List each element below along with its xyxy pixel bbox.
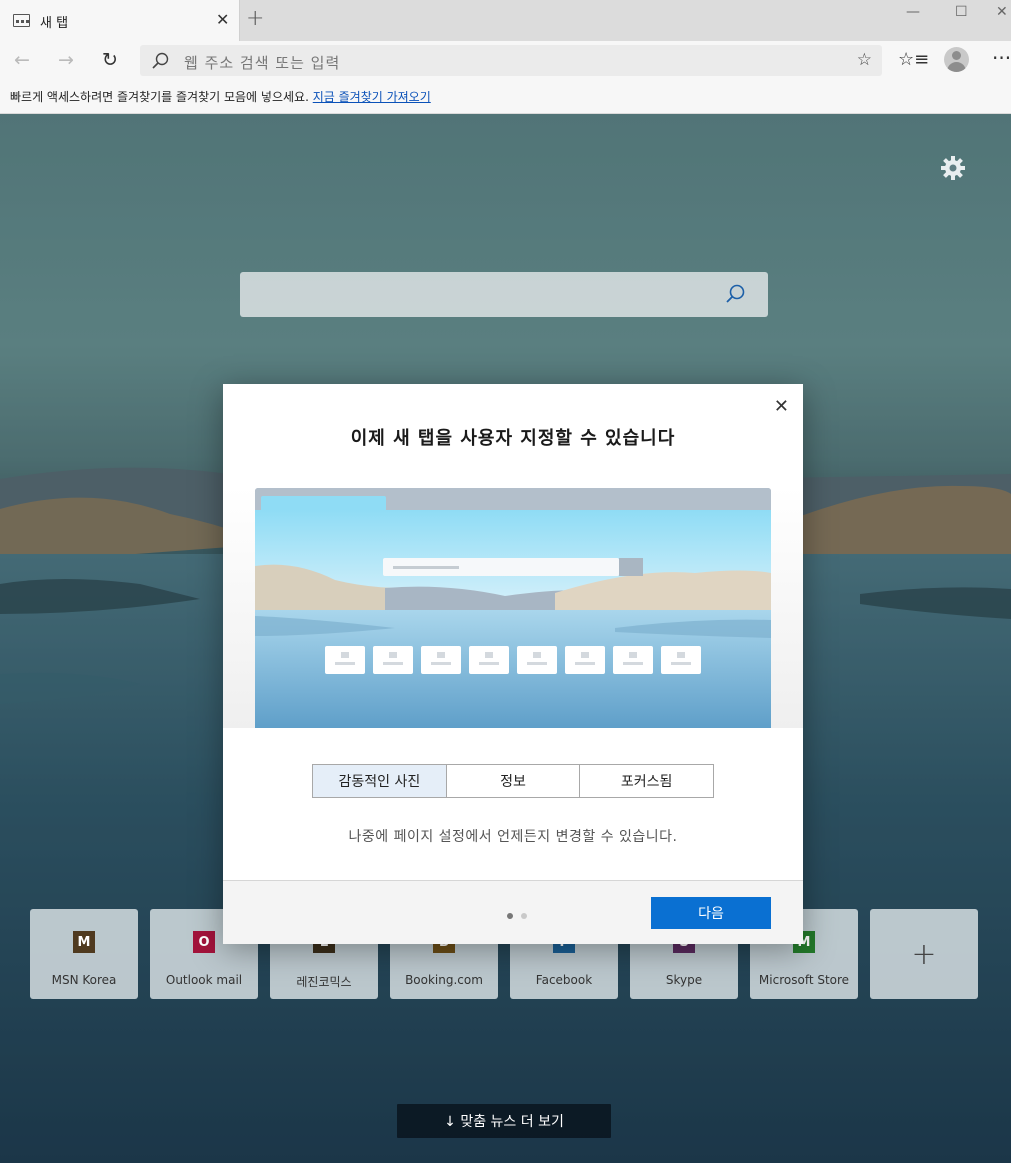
quick-link-label: 레진코믹스: [296, 975, 352, 989]
quick-link-label: Booking.com: [405, 973, 483, 987]
site-icon: M: [73, 931, 95, 953]
option-informational[interactable]: 정보: [445, 765, 580, 797]
quick-link-label: Outlook mail: [165, 973, 243, 987]
quick-link-label: Microsoft Store: [758, 973, 850, 987]
page-dot-1: [507, 913, 513, 919]
quick-link-label: MSN Korea: [51, 973, 117, 987]
quick-link-tile[interactable]: M MSN Korea: [30, 909, 138, 999]
favorites-list-icon[interactable]: ☆≡: [898, 49, 929, 70]
address-bar[interactable]: 웹 주소 검색 또는 입력 ☆: [140, 45, 882, 76]
more-icon[interactable]: ···: [992, 46, 1011, 70]
option-focused[interactable]: 포커스됨: [579, 765, 714, 797]
address-input[interactable]: 웹 주소 검색 또는 입력: [184, 52, 340, 73]
add-quick-link-button[interactable]: +: [870, 909, 978, 999]
close-icon[interactable]: ✕: [216, 10, 229, 29]
plus-icon[interactable]: +: [246, 6, 264, 31]
customize-dialog: ✕ 이제 새 탭을 사용자 지정할 수 있습니다 감동적인 사진 정보 포커스됨…: [223, 384, 803, 944]
minimize-icon[interactable]: —: [906, 4, 920, 20]
arrow-right-icon[interactable]: →: [58, 49, 74, 71]
layout-preview-image: [255, 488, 771, 728]
site-icon: O: [193, 931, 215, 953]
favorites-bar: 빠르게 액세스하려면 즐겨찾기를 즐겨찾기 모음에 넣으세요. 지금 즐겨찾기 …: [0, 81, 1011, 114]
quick-link-label: Facebook: [535, 973, 593, 987]
search-icon[interactable]: [724, 283, 746, 305]
close-icon[interactable]: ✕: [774, 396, 789, 417]
favorites-bar-message: 빠르게 액세스하려면 즐겨찾기를 즐겨찾기 모음에 넣으세요. 지금 즐겨찾기 …: [10, 88, 431, 105]
dialog-note: 나중에 페이지 설정에서 언제든지 변경할 수 있습니다.: [348, 829, 678, 845]
dialog-footer: 다음: [223, 880, 803, 944]
page-dot-2: [521, 913, 527, 919]
favorites-bar-text: 빠르게 액세스하려면 즐겨찾기를 즐겨찾기 모음에 넣으세요.: [10, 90, 309, 104]
gear-icon[interactable]: [939, 154, 967, 182]
quick-link-label: Skype: [665, 973, 703, 987]
toolbar: ← → ↻ 웹 주소 검색 또는 입력 ☆ ☆≡ ···: [0, 41, 1011, 81]
window-close-icon[interactable]: ✕: [996, 4, 1008, 20]
maximize-icon[interactable]: ☐: [955, 4, 968, 20]
page-indicator: [507, 913, 527, 919]
tab-strip: 새 탭 ✕ + — ☐ ✕: [0, 0, 1011, 41]
arrow-left-icon[interactable]: ←: [14, 49, 30, 71]
star-icon[interactable]: ☆: [857, 50, 872, 70]
tab-title: 새 탭: [40, 16, 69, 31]
tab-new-tab[interactable]: 새 탭 ✕: [0, 0, 240, 41]
import-favorites-link[interactable]: 지금 즐겨찾기 가져오기: [313, 90, 431, 104]
newtab-page-icon: [13, 14, 30, 27]
more-news-button[interactable]: ↓ 맞춤 뉴스 더 보기: [397, 1104, 611, 1138]
profile-icon[interactable]: [944, 47, 969, 72]
page-search-box[interactable]: [240, 272, 768, 317]
search-icon: [152, 52, 169, 69]
next-button[interactable]: 다음: [651, 897, 771, 929]
option-inspirational[interactable]: 감동적인 사진: [313, 765, 446, 797]
plus-icon: +: [911, 936, 937, 972]
refresh-icon[interactable]: ↻: [102, 49, 118, 71]
layout-option-selector: 감동적인 사진 정보 포커스됨: [312, 764, 714, 798]
dialog-title: 이제 새 탭을 사용자 지정할 수 있습니다: [350, 428, 676, 449]
